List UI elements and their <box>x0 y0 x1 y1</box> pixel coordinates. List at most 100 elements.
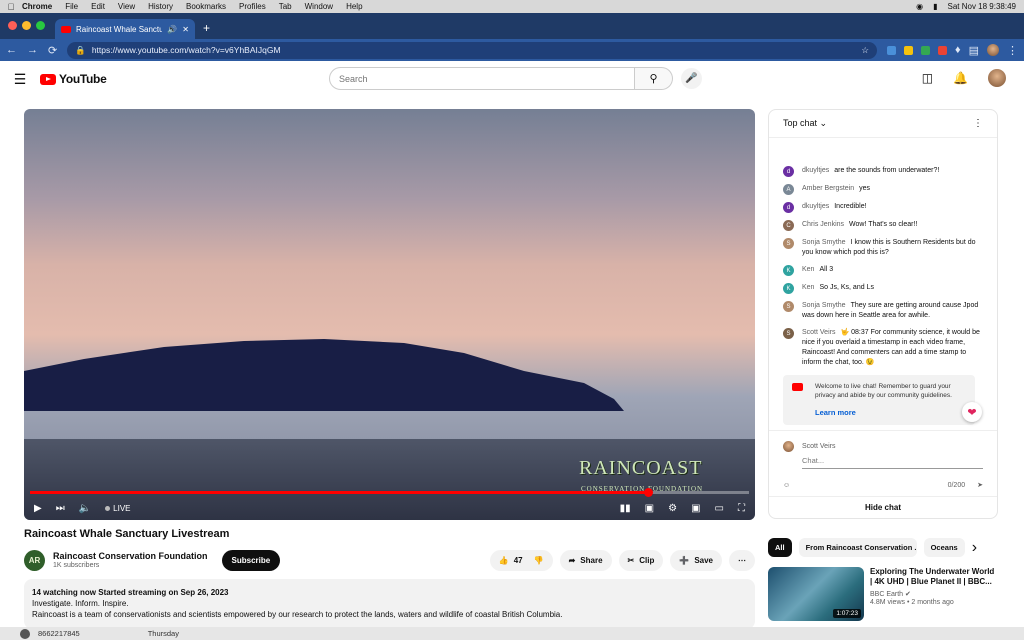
apple-icon[interactable]:  <box>0 2 22 12</box>
chat-more-icon[interactable]: ⋮ <box>973 118 983 129</box>
play-icon[interactable]: ▶ <box>34 503 42 514</box>
autoplay-toggle-icon[interactable]: ▮▮ <box>620 503 631 514</box>
video-thumbnail[interactable]: 1:07:23 <box>768 567 864 621</box>
address-bar[interactable]: 🔒 https://www.youtube.com/watch?v=v6YhBA… <box>67 41 877 59</box>
next-icon[interactable]: ⏭ <box>56 503 65 514</box>
extension-icon[interactable] <box>886 45 896 55</box>
settings-gear-icon[interactable]: ⚙ <box>668 503 677 514</box>
captions-icon[interactable]: ▣ <box>645 503 654 514</box>
share-button[interactable]: ➦ Share <box>559 549 612 571</box>
live-label: LIVE <box>113 503 131 513</box>
send-icon[interactable]: ➤ <box>977 481 983 489</box>
menu-help[interactable]: Help <box>346 2 362 11</box>
menu-profiles[interactable]: Profiles <box>239 2 266 11</box>
menu-edit[interactable]: Edit <box>91 2 105 11</box>
voice-search-button[interactable]: 🎤 <box>681 68 702 89</box>
browser-tab[interactable]: Raincoast Whale Sanctuary 🔊 ✕ <box>55 19 195 39</box>
emoji-icon[interactable]: ☺ <box>783 482 790 489</box>
menu-file[interactable]: File <box>65 2 78 11</box>
chat-message: A Amber Bergstein yes <box>783 184 983 195</box>
chat-author[interactable]: Sonja Smythe <box>802 302 846 309</box>
live-indicator[interactable]: LIVE <box>105 503 131 513</box>
chat-input[interactable]: Chat... <box>802 456 983 469</box>
chevron-right-icon[interactable]: › <box>972 539 977 557</box>
tab-title: Raincoast Whale Sanctuary <box>76 24 163 34</box>
chip-all[interactable]: All <box>768 538 792 557</box>
fullscreen-icon[interactable]: ⛶ <box>738 503 745 514</box>
save-button[interactable]: ➕ Save <box>670 549 722 571</box>
bookmark-star-icon[interactable]: ☆ <box>861 45 869 56</box>
create-video-icon[interactable]: ◫ <box>922 71 933 85</box>
extension-icon[interactable] <box>920 45 930 55</box>
channel-avatar[interactable]: AR <box>24 549 45 571</box>
more-actions-button[interactable]: ⋯ <box>729 549 755 571</box>
subscribe-button[interactable]: Subscribe <box>221 549 281 571</box>
chat-author[interactable]: Amber Bergstein <box>802 185 854 192</box>
chat-author[interactable]: Sonja Smythe <box>802 239 846 246</box>
tab-audio-icon[interactable]: 🔊 <box>167 25 177 34</box>
menu-tab[interactable]: Tab <box>279 2 292 11</box>
url-text[interactable]: https://www.youtube.com/watch?v=v6YhBAIJ… <box>92 45 281 55</box>
menu-app[interactable]: Chrome <box>22 2 52 11</box>
more-horizontal-icon: ⋯ <box>738 555 746 565</box>
theater-mode-icon[interactable]: ▭ <box>715 503 724 514</box>
back-icon[interactable]: ← <box>6 44 17 56</box>
menu-window[interactable]: Window <box>305 2 333 11</box>
recommended-channel[interactable]: BBC Earth ✔ <box>870 590 998 598</box>
clip-button[interactable]: ✂ Clip <box>618 549 664 571</box>
youtube-play-icon <box>40 73 56 85</box>
battery-icon[interactable]: ▮ <box>933 2 937 11</box>
chip-from-channel[interactable]: From Raincoast Conservation ... <box>798 538 917 557</box>
chat-text: yes <box>859 185 871 192</box>
chip-oceans[interactable]: Oceans <box>923 538 965 557</box>
close-window-icon[interactable] <box>8 21 17 30</box>
notifications-bell-icon[interactable]: 🔔 <box>953 71 968 85</box>
video-description[interactable]: 14 watching now Started streaming on Sep… <box>24 579 755 629</box>
profile-avatar[interactable] <box>987 44 999 56</box>
new-tab-button[interactable]: + <box>195 21 210 39</box>
chat-avatar: K <box>783 265 794 276</box>
zoom-window-icon[interactable] <box>36 21 45 30</box>
recommended-title[interactable]: Exploring The Underwater World | 4K UHD … <box>870 567 998 587</box>
puzzle-icon[interactable]: ♦ <box>955 44 961 56</box>
chat-author[interactable]: dkuyltjes <box>802 167 829 174</box>
extension-icon[interactable] <box>937 45 947 55</box>
tab-close-icon[interactable]: ✕ <box>182 25 189 34</box>
chat-avatar: S <box>783 328 794 339</box>
thumbs-down-icon[interactable]: 👎 <box>534 556 544 565</box>
like-button[interactable]: 👍 47 👎 <box>489 549 553 571</box>
extension-icon[interactable] <box>903 45 913 55</box>
chat-author[interactable]: Chris Jenkins <box>802 221 844 228</box>
hamburger-menu-icon[interactable]: ☰ <box>0 71 40 88</box>
search-input[interactable] <box>329 67 635 90</box>
forward-icon[interactable]: → <box>27 44 38 56</box>
chat-author[interactable]: Ken <box>802 266 814 273</box>
lock-icon[interactable]: 🔒 <box>75 45 86 56</box>
menu-history[interactable]: History <box>148 2 173 11</box>
chat-author[interactable]: dkuyltjes <box>802 203 829 210</box>
youtube-logo[interactable]: YouTube <box>40 72 107 86</box>
menu-view[interactable]: View <box>118 2 135 11</box>
chat-author[interactable]: Scott Veirs <box>802 329 835 336</box>
search-button[interactable]: ⚲ <box>635 67 673 90</box>
clock[interactable]: Sat Nov 18 9:38:49 <box>948 2 1017 11</box>
volume-icon[interactable]: 🔈 <box>79 503 91 514</box>
browser-menu-icon[interactable]: ⋮ <box>1007 44 1018 57</box>
channel-name[interactable]: Raincoast Conservation Foundation <box>53 551 208 561</box>
menu-bookmarks[interactable]: Bookmarks <box>186 2 226 11</box>
reaction-heart-icon[interactable]: ❤ <box>962 402 982 422</box>
video-player[interactable]: RAINCOAST CONSERVATION FOUNDATION ▶ ⏭ 🔈 … <box>24 109 755 520</box>
sidepanel-icon[interactable]: ▤ <box>969 44 979 57</box>
recommended-video[interactable]: 1:07:23 Exploring The Underwater World |… <box>768 567 998 621</box>
miniplayer-icon[interactable]: ▣ <box>691 503 700 514</box>
learn-more-link[interactable]: Learn more <box>815 408 967 417</box>
minimize-window-icon[interactable] <box>22 21 31 30</box>
progress-bar[interactable] <box>30 488 749 497</box>
account-avatar[interactable] <box>988 69 1006 87</box>
chat-mode-dropdown[interactable]: Top chat ⌄ <box>783 118 827 129</box>
notification-number[interactable]: 8662217845 <box>38 629 80 638</box>
hide-chat-button[interactable]: Hide chat <box>769 496 997 518</box>
wifi-icon[interactable]: ◉ <box>916 2 923 11</box>
chat-author[interactable]: Ken <box>802 284 814 291</box>
reload-icon[interactable]: ⟳ <box>48 44 57 57</box>
